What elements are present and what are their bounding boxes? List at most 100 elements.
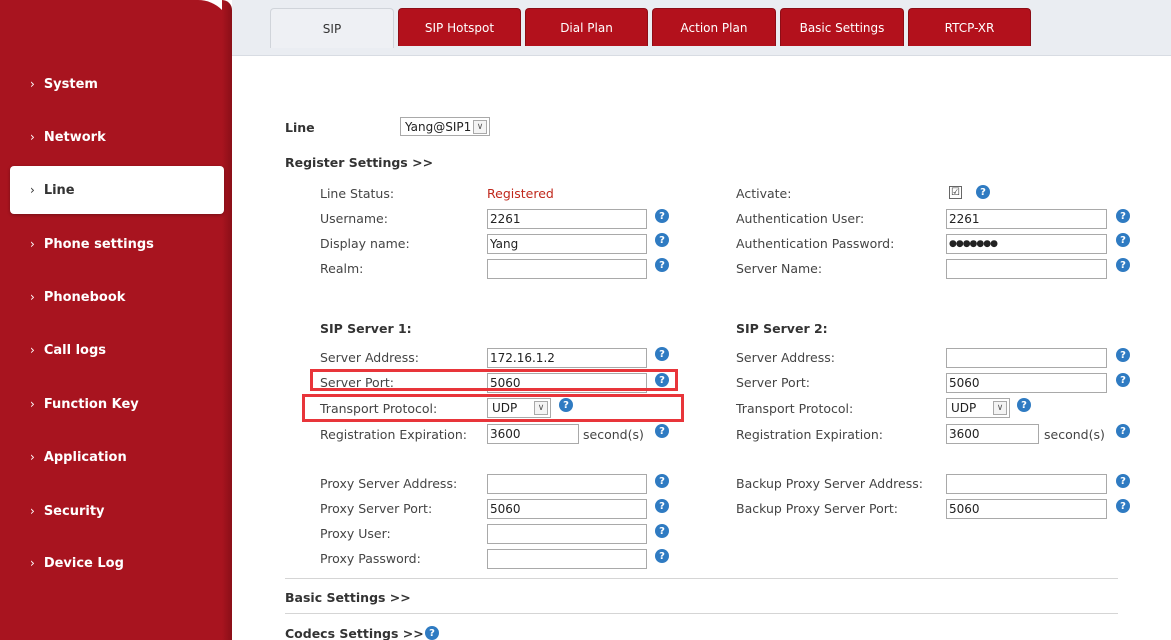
nav-item-call-logs[interactable]: › Call logs	[0, 326, 232, 374]
help-icon[interactable]: ?	[1017, 398, 1031, 412]
sidebar: › System › Network › Line › Phone settings ›…	[0, 0, 232, 640]
help-icon[interactable]: ?	[1116, 233, 1130, 247]
line-select-value: Yang@SIP1	[405, 119, 472, 134]
proxy-password-input[interactable]	[487, 549, 647, 569]
chevron-right-icon: ›	[30, 397, 35, 411]
tab-rtcp-xr[interactable]: RTCP-XR	[908, 8, 1031, 46]
nav-label: Network	[43, 129, 106, 145]
chevron-right-icon: ›	[30, 237, 35, 251]
realm-label: Realm:	[320, 261, 364, 276]
nav-label: Security	[43, 503, 105, 519]
help-icon[interactable]: ?	[1116, 373, 1130, 387]
help-icon[interactable]: ?	[655, 549, 669, 563]
nav-item-function-key[interactable]: › Function Key	[0, 380, 232, 428]
proxy-password-label: Proxy Password:	[320, 551, 421, 566]
auth-password-input[interactable]: ●●●●●●●	[946, 234, 1107, 254]
proxy-user-label: Proxy User:	[320, 526, 391, 541]
sip2-reg-exp-unit: second(s)	[1044, 427, 1105, 442]
nav-label: Phone settings	[43, 236, 154, 252]
nav-item-system[interactable]: › System	[0, 60, 232, 108]
tab-action-plan[interactable]: Action Plan	[652, 8, 776, 46]
tab-sip[interactable]: SIP	[270, 8, 394, 48]
help-icon[interactable]: ?	[425, 626, 439, 640]
chevron-down-icon: ∨	[993, 401, 1007, 415]
backup-proxy-port-input[interactable]: 5060	[946, 499, 1107, 519]
help-icon[interactable]: ?	[1116, 499, 1130, 513]
sip1-server-address-label: Server Address:	[320, 350, 419, 365]
help-icon[interactable]: ?	[655, 347, 669, 361]
chevron-right-icon: ›	[30, 130, 35, 144]
highlight-server-port	[310, 369, 678, 391]
activate-label: Activate:	[736, 186, 792, 201]
help-icon[interactable]: ?	[976, 185, 990, 199]
nav-label: Line	[43, 182, 75, 198]
codecs-settings-header[interactable]: Codecs Settings >>	[285, 626, 424, 640]
nav-label: Call logs	[43, 342, 106, 358]
auth-user-label: Authentication User:	[736, 211, 865, 226]
help-icon[interactable]: ?	[1116, 209, 1130, 223]
nav-item-phonebook[interactable]: › Phonebook	[0, 273, 232, 321]
nav-item-security[interactable]: › Security	[0, 487, 232, 535]
display-name-input[interactable]: Yang	[487, 234, 647, 254]
register-settings-header[interactable]: Register Settings >>	[285, 155, 433, 170]
tab-dial-plan[interactable]: Dial Plan	[525, 8, 648, 46]
tab-sip-hotspot[interactable]: SIP Hotspot	[398, 8, 521, 46]
help-icon[interactable]: ?	[1116, 258, 1130, 272]
basic-settings-header[interactable]: Basic Settings >>	[285, 590, 411, 605]
server-name-input[interactable]	[946, 259, 1107, 279]
sip2-server-address-label: Server Address:	[736, 350, 835, 365]
server-name-label: Server Name:	[736, 261, 823, 276]
help-icon[interactable]: ?	[655, 258, 669, 272]
username-input[interactable]: 2261	[487, 209, 647, 229]
chevron-right-icon: ›	[30, 77, 35, 91]
nav-item-line[interactable]: › Line	[10, 166, 224, 214]
auth-password-label: Authentication Password:	[736, 236, 895, 251]
highlight-transport-protocol	[302, 394, 684, 422]
sip2-transport-select[interactable]: UDP ∨	[946, 398, 1010, 418]
nav-label: System	[43, 76, 98, 92]
proxy-user-input[interactable]	[487, 524, 647, 544]
sip1-server-address-input[interactable]: 172.16.1.2	[487, 348, 647, 368]
help-icon[interactable]: ?	[655, 499, 669, 513]
help-icon[interactable]: ?	[655, 233, 669, 247]
chevron-right-icon: ›	[30, 343, 35, 357]
tab-basic-settings[interactable]: Basic Settings	[780, 8, 904, 46]
line-status-value: Registered	[487, 186, 554, 201]
sip1-reg-exp-input[interactable]: 3600	[487, 424, 579, 444]
chevron-right-icon: ›	[30, 183, 35, 197]
sip-server-2-header: SIP Server 2:	[736, 321, 828, 336]
nav-label: Application	[43, 449, 127, 465]
proxy-address-label: Proxy Server Address:	[320, 476, 458, 491]
sip2-reg-exp-input[interactable]: 3600	[946, 424, 1039, 444]
tab-bar: SIP SIP Hotspot Dial Plan Action Plan Ba…	[232, 0, 1171, 56]
line-select[interactable]: Yang@SIP1 ∨	[400, 117, 490, 136]
auth-user-input[interactable]: 2261	[946, 209, 1107, 229]
help-icon[interactable]: ?	[655, 424, 669, 438]
divider	[285, 578, 1118, 579]
sip2-server-address-input[interactable]	[946, 348, 1107, 368]
help-icon[interactable]: ?	[655, 524, 669, 538]
nav-item-phone-settings[interactable]: › Phone settings	[0, 220, 232, 268]
sip2-server-port-label: Server Port:	[736, 375, 810, 390]
help-icon[interactable]: ?	[1116, 348, 1130, 362]
chevron-right-icon: ›	[30, 290, 35, 304]
backup-proxy-address-input[interactable]	[946, 474, 1107, 494]
activate-checkbox[interactable]: ☑	[949, 186, 962, 199]
proxy-port-input[interactable]: 5060	[487, 499, 647, 519]
chevron-down-icon: ∨	[473, 120, 487, 134]
nav-item-device-log[interactable]: › Device Log	[0, 539, 232, 587]
help-icon[interactable]: ?	[655, 474, 669, 488]
nav-item-application[interactable]: › Application	[0, 433, 232, 481]
display-name-label: Display name:	[320, 236, 410, 251]
sip2-transport-value: UDP	[951, 401, 977, 415]
help-icon[interactable]: ?	[1116, 474, 1130, 488]
sip2-server-port-input[interactable]: 5060	[946, 373, 1107, 393]
proxy-address-input[interactable]	[487, 474, 647, 494]
username-label: Username:	[320, 211, 388, 226]
help-icon[interactable]: ?	[1116, 424, 1130, 438]
nav-item-network[interactable]: › Network	[0, 113, 232, 161]
realm-input[interactable]	[487, 259, 647, 279]
proxy-port-label: Proxy Server Port:	[320, 501, 433, 516]
help-icon[interactable]: ?	[655, 209, 669, 223]
line-status-label: Line Status:	[320, 186, 395, 201]
